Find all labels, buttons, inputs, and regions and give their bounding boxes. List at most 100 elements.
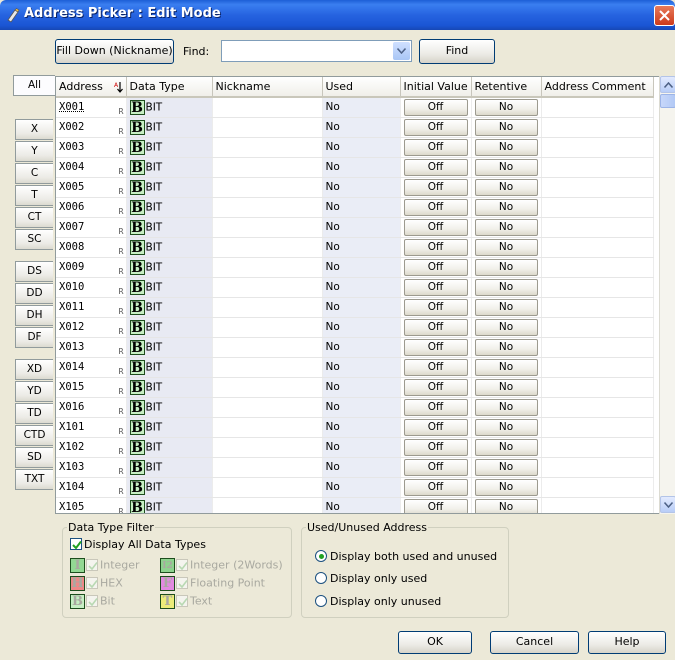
grid-vertical-scrollbar[interactable] <box>659 76 675 514</box>
address-comment-cell[interactable] <box>541 297 654 318</box>
address-cell[interactable]: X009 R <box>56 257 127 278</box>
retentive-cell[interactable]: No <box>471 177 542 198</box>
used-filter-option[interactable]: Display only unused <box>315 595 441 608</box>
col-address-header[interactable]: Address A <box>56 77 127 98</box>
address-comment-cell[interactable] <box>541 237 654 258</box>
table-row[interactable]: X005 R B BIT No Off No <box>56 177 654 198</box>
table-row[interactable]: X013 R B BIT No Off No <box>56 337 654 358</box>
nickname-cell[interactable] <box>212 97 323 118</box>
tab-ctd[interactable]: CTD <box>15 425 53 446</box>
retentive-button[interactable]: No <box>474 498 538 513</box>
retentive-button[interactable]: No <box>474 278 538 296</box>
col-datatype-header[interactable]: Data Type <box>126 77 213 98</box>
table-row[interactable]: X002 R B BIT No Off No <box>56 117 654 138</box>
retentive-button[interactable]: No <box>474 178 538 196</box>
address-cell[interactable]: X003 R <box>56 137 127 158</box>
tab-td[interactable]: TD <box>15 403 53 424</box>
table-row[interactable]: X102 R B BIT No Off No <box>56 437 654 458</box>
retentive-cell[interactable]: No <box>471 477 542 498</box>
retentive-button[interactable]: No <box>474 98 538 116</box>
initial-value-cell[interactable]: Off <box>400 337 472 358</box>
table-row[interactable]: X011 R B BIT No Off No <box>56 297 654 318</box>
table-row[interactable]: X105 R B BIT No Off No <box>56 497 654 513</box>
initial-value-button[interactable]: Off <box>403 98 468 116</box>
retentive-cell[interactable]: No <box>471 297 542 318</box>
checkbox-box[interactable] <box>176 594 188 607</box>
tab-dh[interactable]: DH <box>15 305 53 326</box>
retentive-button[interactable]: No <box>474 458 538 476</box>
retentive-button[interactable]: No <box>474 478 538 496</box>
initial-value-button[interactable]: Off <box>403 118 468 136</box>
retentive-button[interactable]: No <box>474 358 538 376</box>
type-filter-text[interactable]: T Text <box>160 594 212 609</box>
address-comment-cell[interactable] <box>541 117 654 138</box>
checkbox-box[interactable] <box>86 576 98 589</box>
initial-value-button[interactable]: Off <box>403 498 468 513</box>
radio-button[interactable] <box>315 572 327 584</box>
scroll-thumb[interactable] <box>660 94 675 108</box>
tab-t[interactable]: T <box>15 185 53 206</box>
table-row[interactable]: X104 R B BIT No Off No <box>56 477 654 498</box>
checkbox-box[interactable] <box>176 576 188 589</box>
initial-value-button[interactable]: Off <box>403 438 468 456</box>
address-comment-cell[interactable] <box>541 417 654 438</box>
address-comment-cell[interactable] <box>541 277 654 298</box>
nickname-cell[interactable] <box>212 217 323 238</box>
address-cell[interactable]: X012 R <box>56 317 127 338</box>
table-row[interactable]: X003 R B BIT No Off No <box>56 137 654 158</box>
address-cell[interactable]: X005 R <box>56 177 127 198</box>
address-cell[interactable]: X008 R <box>56 237 127 258</box>
retentive-button[interactable]: No <box>474 318 538 336</box>
retentive-cell[interactable]: No <box>471 217 542 238</box>
table-row[interactable]: X009 R B BIT No Off No <box>56 257 654 278</box>
address-cell[interactable]: X010 R <box>56 277 127 298</box>
type-filter-bit[interactable]: B Bit <box>70 594 115 609</box>
nickname-cell[interactable] <box>212 357 323 378</box>
retentive-cell[interactable]: No <box>471 437 542 458</box>
nickname-cell[interactable] <box>212 337 323 358</box>
retentive-button[interactable]: No <box>474 298 538 316</box>
nickname-cell[interactable] <box>212 157 323 178</box>
initial-value-cell[interactable]: Off <box>400 357 472 378</box>
display-all-types-checkbox[interactable]: Display All Data Types <box>70 538 206 551</box>
initial-value-cell[interactable]: Off <box>400 297 472 318</box>
datatype-cell[interactable]: B BIT <box>126 117 213 138</box>
initial-value-cell[interactable]: Off <box>400 117 472 138</box>
address-cell[interactable]: X104 R <box>56 477 127 498</box>
retentive-cell[interactable]: No <box>471 337 542 358</box>
initial-value-button[interactable]: Off <box>403 378 468 396</box>
retentive-cell[interactable]: No <box>471 417 542 438</box>
initial-value-button[interactable]: Off <box>403 238 468 256</box>
tab-x[interactable]: X <box>15 119 53 140</box>
retentive-button[interactable]: No <box>474 338 538 356</box>
datatype-cell[interactable]: B BIT <box>126 337 213 358</box>
table-row[interactable]: X012 R B BIT No Off No <box>56 317 654 338</box>
address-comment-cell[interactable] <box>541 157 654 178</box>
nickname-cell[interactable] <box>212 417 323 438</box>
initial-value-button[interactable]: Off <box>403 318 468 336</box>
col-retentive-header[interactable]: Retentive <box>471 77 542 98</box>
initial-value-button[interactable]: Off <box>403 398 468 416</box>
datatype-cell[interactable]: B BIT <box>126 497 213 513</box>
datatype-cell[interactable]: B BIT <box>126 397 213 418</box>
table-row[interactable]: X004 R B BIT No Off No <box>56 157 654 178</box>
initial-value-cell[interactable]: Off <box>400 497 472 513</box>
address-cell[interactable]: X102 R <box>56 437 127 458</box>
initial-value-button[interactable]: Off <box>403 358 468 376</box>
datatype-cell[interactable]: B BIT <box>126 297 213 318</box>
tab-all[interactable]: All <box>13 75 55 96</box>
table-row[interactable]: X101 R B BIT No Off No <box>56 417 654 438</box>
address-cell[interactable]: X002 R <box>56 117 127 138</box>
retentive-cell[interactable]: No <box>471 97 542 118</box>
nickname-cell[interactable] <box>212 497 323 513</box>
address-cell[interactable]: X007 R <box>56 217 127 238</box>
address-cell[interactable]: X105 R <box>56 497 127 513</box>
initial-value-cell[interactable]: Off <box>400 397 472 418</box>
retentive-button[interactable]: No <box>474 218 538 236</box>
checkbox-box[interactable] <box>86 594 98 607</box>
initial-value-button[interactable]: Off <box>403 258 468 276</box>
find-combo[interactable] <box>221 40 412 62</box>
tab-sd[interactable]: SD <box>15 447 53 468</box>
cancel-button[interactable]: Cancel <box>490 631 579 654</box>
address-cell[interactable]: X006 R <box>56 197 127 218</box>
